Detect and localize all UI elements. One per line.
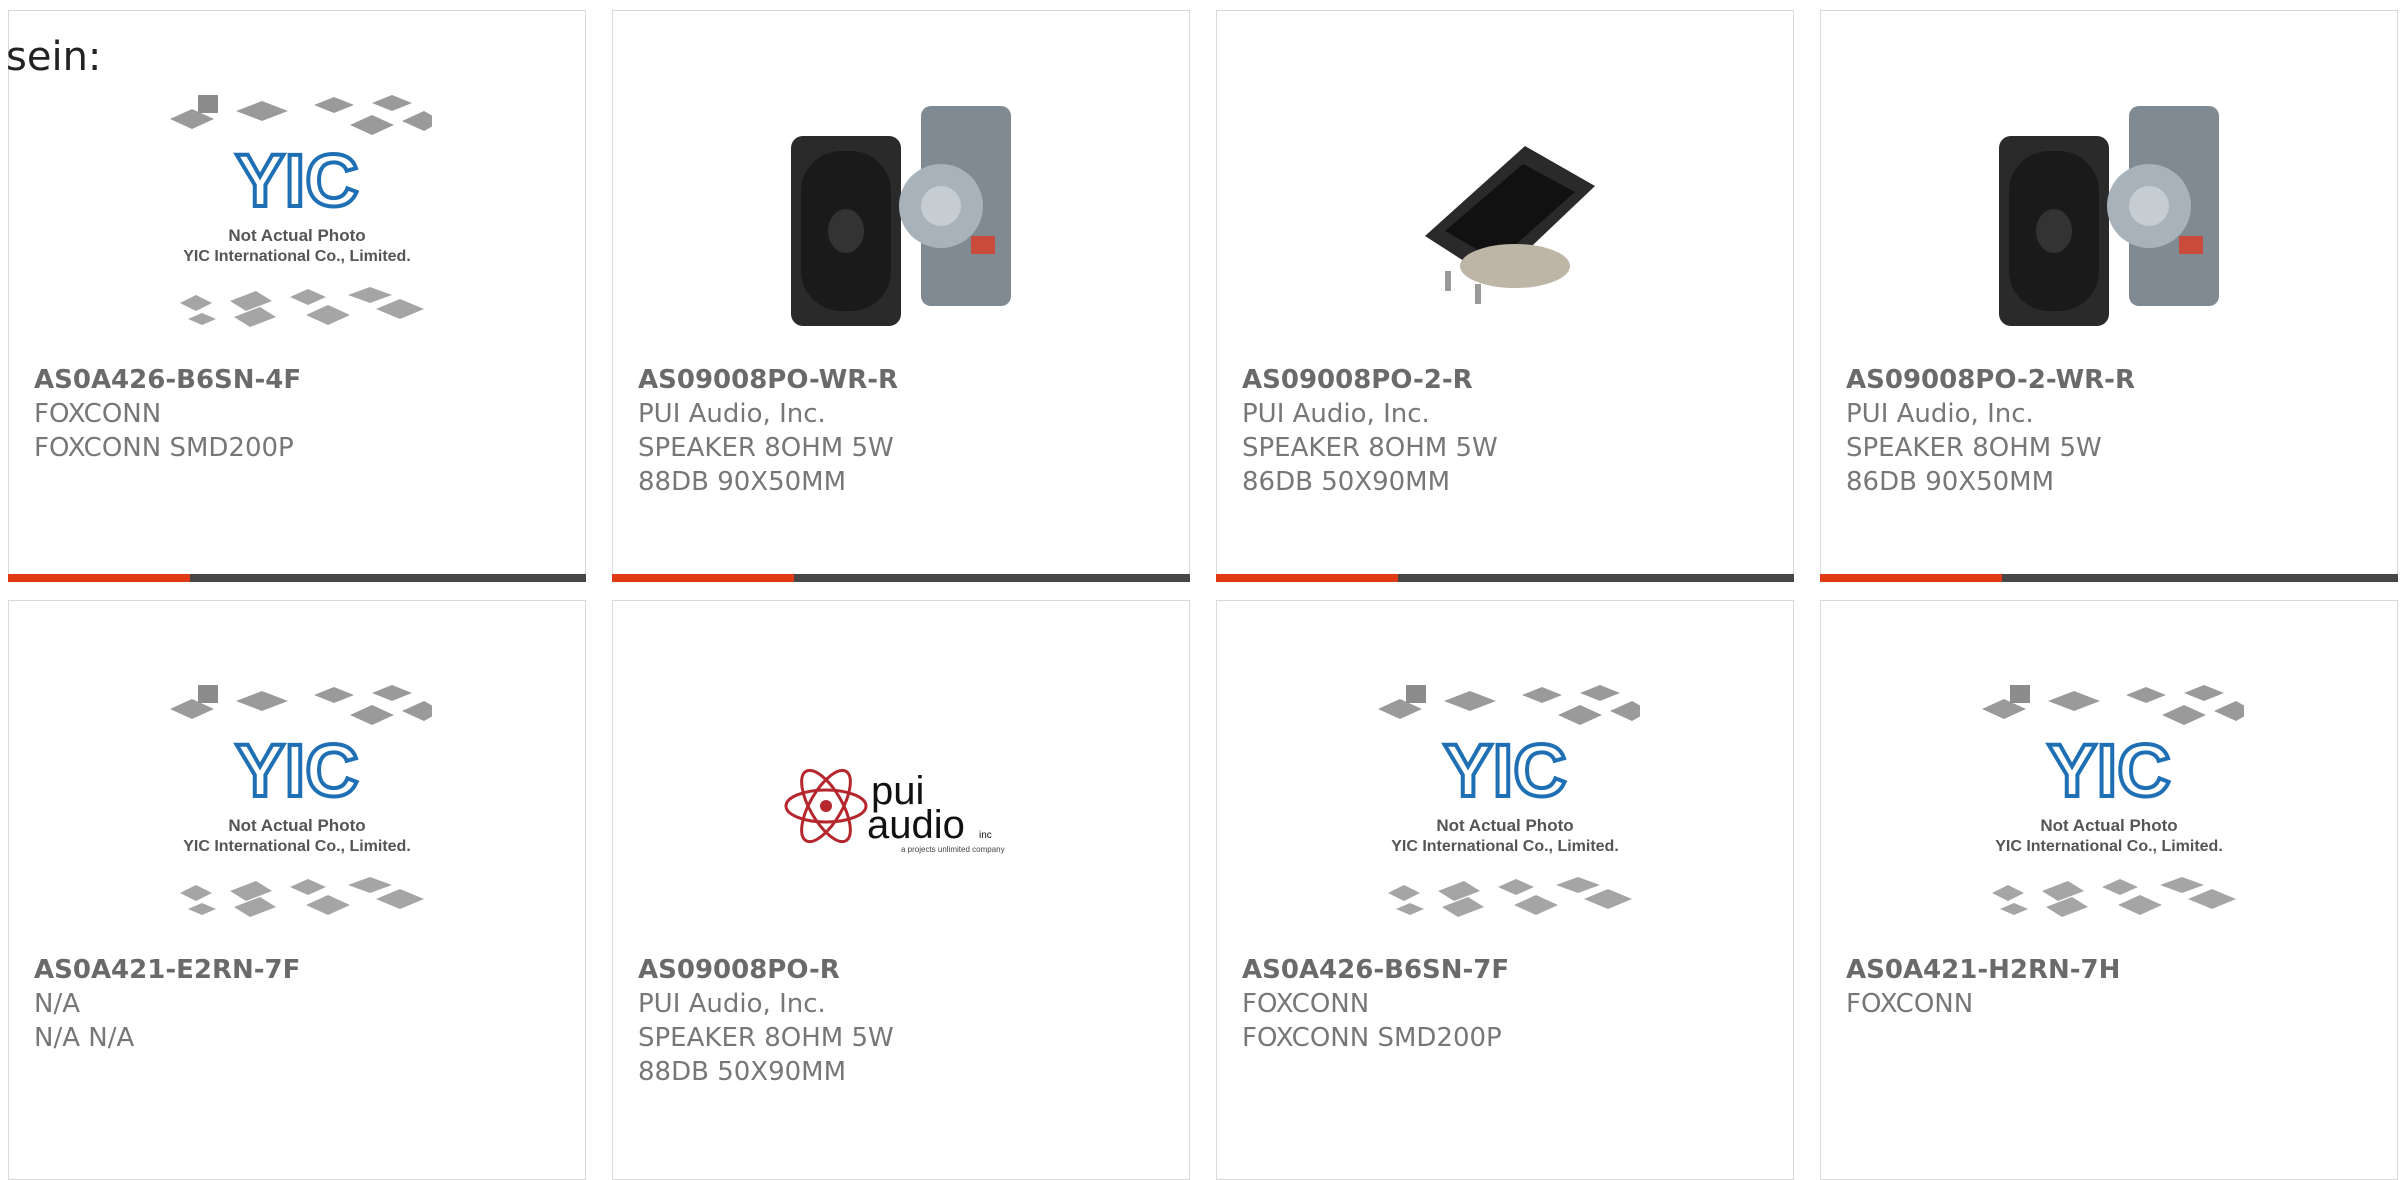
part-number[interactable]: AS09008PO-R: [638, 953, 1169, 987]
manufacturer-name: N/A: [34, 989, 80, 1019]
pui-logo-suffix: inc: [979, 830, 992, 841]
product-description: SPEAKER 8OHM 5W 88DB 50X90MM: [638, 1023, 894, 1087]
manufacturer-name: FOXCONN: [1242, 989, 1370, 1019]
product-card[interactable]: YIC Not Actual Photo YIC International C…: [8, 10, 586, 582]
pui-logo-tagline: a projects unlimited company: [901, 845, 1005, 854]
product-thumbnail[interactable]: YIC Not Actual Photo YIC International C…: [1821, 671, 2397, 941]
yic-placeholder-image: YIC Not Actual Photo YIC International C…: [1982, 685, 2244, 917]
product-description: N/A N/A: [34, 1023, 135, 1053]
yic-placeholder-image: YIC Not Actual Photo YIC International C…: [1378, 685, 1640, 917]
product-card[interactable]: AS09008PO-2-R PUI Audio, Inc. SPEAKER 8OHM…: [1216, 10, 1794, 582]
part-number[interactable]: AS0A426-B6SN-7F: [1242, 953, 1773, 987]
yic-logo-text: YIC: [2047, 729, 2170, 812]
card-bottom-bar: [1216, 574, 1794, 582]
yic-company-text: YIC International Co., Limited.: [1995, 838, 2223, 855]
speaker-image: [1425, 146, 1595, 304]
product-thumbnail[interactable]: YIC Not Actual Photo YIC International C…: [9, 81, 585, 351]
not-actual-photo-text: Not Actual Photo: [1436, 816, 1573, 835]
card-bottom-accent: [612, 574, 795, 582]
not-actual-photo-text: Not Actual Photo: [228, 816, 365, 835]
manufacturer-name: PUI Audio, Inc.: [638, 399, 826, 429]
card-bottom-accent: [8, 574, 191, 582]
card-bottom-bar: [8, 574, 586, 582]
yic-company-text: YIC International Co., Limited.: [183, 248, 411, 265]
part-number[interactable]: AS09008PO-2-WR-R: [1846, 363, 2377, 397]
yic-logo-text: YIC: [1443, 729, 1566, 812]
manufacturer-name: FOXCONN: [1846, 989, 1974, 1019]
page-fragment-text: sein:: [6, 34, 102, 80]
product-thumbnail[interactable]: [613, 81, 1189, 351]
product-description: SPEAKER 8OHM 5W 88DB 90X50MM: [638, 433, 894, 497]
product-thumbnail[interactable]: YIC Not Actual Photo YIC International C…: [9, 671, 585, 941]
part-number[interactable]: AS0A421-E2RN-7F: [34, 953, 565, 987]
product-card[interactable]: pui audio inc a projects unlimited compa…: [612, 600, 1190, 1180]
product-card[interactable]: YIC Not Actual Photo YIC International C…: [1216, 600, 1794, 1180]
yic-placeholder-image: YIC Not Actual Photo YIC International C…: [170, 685, 432, 917]
manufacturer-name: FOXCONN: [34, 399, 162, 429]
card-bottom-bar: [1820, 574, 2398, 582]
part-number[interactable]: AS09008PO-2-R: [1242, 363, 1773, 397]
yic-logo-text: YIC: [235, 729, 358, 812]
part-number[interactable]: AS09008PO-WR-R: [638, 363, 1169, 397]
yic-placeholder-image: YIC Not Actual Photo YIC International C…: [170, 95, 432, 327]
product-card[interactable]: YIC Not Actual Photo YIC International C…: [1820, 600, 2398, 1180]
speaker-image: [791, 106, 1011, 326]
not-actual-photo-text: Not Actual Photo: [2040, 816, 2177, 835]
yic-logo-text: YIC: [235, 139, 358, 222]
product-description: SPEAKER 8OHM 5W 86DB 50X90MM: [1242, 433, 1498, 497]
product-thumbnail[interactable]: pui audio inc a projects unlimited compa…: [613, 671, 1189, 941]
yic-company-text: YIC International Co., Limited.: [1391, 838, 1619, 855]
card-bottom-bar: [612, 574, 1190, 582]
product-description: FOXCONN SMD200P: [34, 433, 294, 463]
product-card[interactable]: AS09008PO-2-WR-R PUI Audio, Inc. SPEAKER 8…: [1820, 10, 2398, 582]
product-card[interactable]: AS09008PO-WR-R PUI Audio, Inc. SPEAKER 8OH…: [612, 10, 1190, 582]
part-number[interactable]: AS0A426-B6SN-4F: [34, 363, 565, 397]
yic-company-text: YIC International Co., Limited.: [183, 838, 411, 855]
card-bottom-accent: [1820, 574, 2003, 582]
manufacturer-name: PUI Audio, Inc.: [1846, 399, 2034, 429]
speaker-image: [1999, 106, 2219, 326]
not-actual-photo-text: Not Actual Photo: [228, 226, 365, 245]
part-number[interactable]: AS0A421-H2RN-7H: [1846, 953, 2377, 987]
product-card[interactable]: YIC Not Actual Photo YIC International C…: [8, 600, 586, 1180]
product-description: FOXCONN SMD200P: [1242, 1023, 1502, 1053]
product-thumbnail[interactable]: YIC Not Actual Photo YIC International C…: [1217, 671, 1793, 941]
manufacturer-name: PUI Audio, Inc.: [638, 989, 826, 1019]
product-thumbnail[interactable]: [1217, 81, 1793, 351]
product-description: SPEAKER 8OHM 5W 86DB 90X50MM: [1846, 433, 2102, 497]
card-bottom-accent: [1216, 574, 1399, 582]
manufacturer-name: PUI Audio, Inc.: [1242, 399, 1430, 429]
pui-audio-logo: pui audio inc a projects unlimited compa…: [784, 768, 1005, 854]
pui-logo-word2: audio: [867, 803, 965, 847]
product-thumbnail[interactable]: [1821, 81, 2397, 351]
